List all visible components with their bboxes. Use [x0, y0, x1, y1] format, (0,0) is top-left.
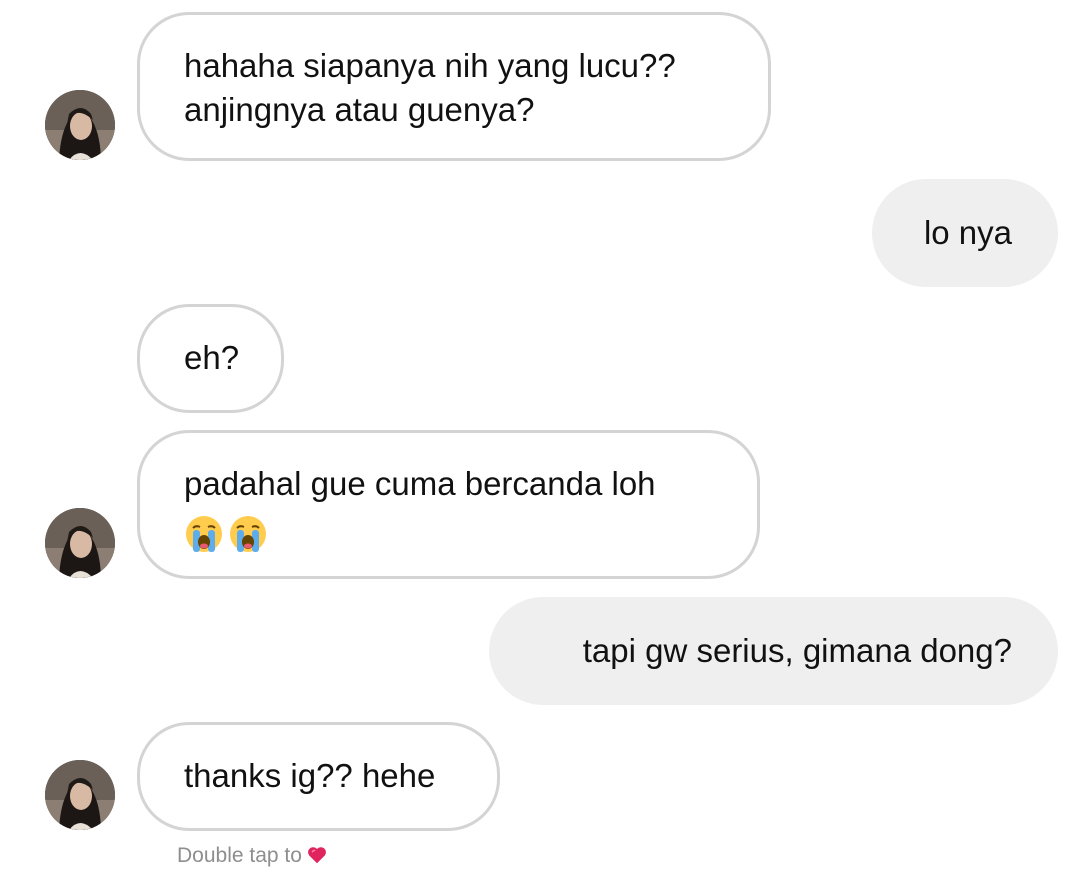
message-bubble-incoming[interactable]: thanks ig?? hehe	[137, 722, 500, 831]
message-text: padahal gue cuma bercanda loh	[184, 465, 656, 502]
red-heart-icon	[306, 844, 328, 866]
message-bubble-incoming[interactable]: padahal gue cuma bercanda loh	[137, 430, 760, 579]
message-bubble-outgoing[interactable]: tapi gw serius, gimana dong?	[489, 597, 1058, 705]
profile-photo-icon	[45, 508, 115, 578]
message-text: anjingnya atau guenya?	[184, 91, 535, 128]
double-tap-text: Double tap to	[177, 844, 302, 867]
sender-avatar[interactable]	[45, 508, 115, 578]
sender-avatar[interactable]	[45, 760, 115, 830]
double-tap-hint: Double tap to	[177, 842, 328, 870]
profile-photo-icon	[45, 760, 115, 830]
message-text: lo nya	[923, 214, 1012, 251]
message-text: thanks ig?? hehe	[184, 757, 436, 794]
message-bubble-incoming[interactable]: eh?	[137, 304, 284, 413]
message-text: hahaha siapanya nih yang lucu??	[184, 47, 676, 84]
loudly-crying-face-icon	[184, 514, 224, 554]
message-bubble-incoming[interactable]: hahaha siapanya nih yang lucu?? anjingny…	[137, 12, 771, 161]
sender-avatar[interactable]	[45, 90, 115, 160]
message-bubble-outgoing[interactable]: lo nya	[872, 179, 1058, 287]
profile-photo-icon	[45, 90, 115, 160]
message-text: eh?	[184, 339, 240, 376]
chat-thread: hahaha siapanya nih yang lucu?? anjingny…	[0, 0, 1080, 890]
message-text: tapi gw serius, gimana dong?	[582, 632, 1012, 669]
loudly-crying-face-icon	[228, 514, 268, 554]
emoji-row	[184, 510, 713, 554]
